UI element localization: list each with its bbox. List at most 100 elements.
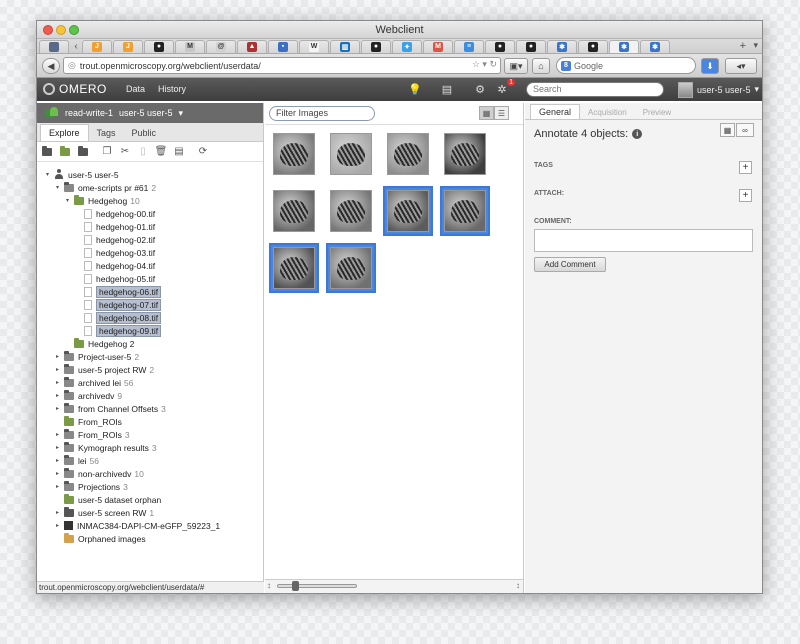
expand-icon[interactable]: ▸ xyxy=(53,353,62,360)
browser-tab[interactable] xyxy=(39,39,69,53)
cut-icon[interactable]: ✂ xyxy=(119,146,131,157)
tab-preview[interactable]: Preview xyxy=(635,106,679,119)
browser-tab[interactable]: M xyxy=(423,39,453,53)
omero-logo[interactable]: OMERO xyxy=(43,82,107,96)
app-search-input[interactable]: Search xyxy=(526,82,664,97)
tab-general[interactable]: General xyxy=(530,104,581,119)
batch-annotate-icon[interactable]: ▦ xyxy=(720,123,735,137)
browser-search-input[interactable]: 8 Google xyxy=(556,57,696,74)
pan-handle-icon[interactable]: ↕ xyxy=(516,581,520,590)
delete-icon[interactable]: 🗑 xyxy=(155,146,168,157)
tree-node-plate[interactable]: ▸ INMAC384-DAPI-CM-eGFP_59223_1 xyxy=(37,519,263,532)
tree-node-image[interactable]: hedgehog-00.tif xyxy=(37,207,263,220)
download-icon[interactable]: ⬇ xyxy=(701,58,719,74)
add-comment-button[interactable]: Add Comment xyxy=(534,257,606,272)
tree-node-image[interactable]: hedgehog-05.tif xyxy=(37,272,263,285)
browser-tab[interactable]: J xyxy=(113,39,143,53)
new-dataset-icon[interactable] xyxy=(59,145,71,157)
tree-node-dataset[interactable]: Hedgehog 2 xyxy=(37,337,263,350)
image-thumbnail[interactable] xyxy=(383,129,433,179)
thumbnail-size-slider[interactable] xyxy=(277,581,357,591)
slider-knob[interactable] xyxy=(292,581,300,591)
tab-explore[interactable]: Explore xyxy=(40,124,89,141)
tree-node-dataset[interactable]: ▾ Hedgehog 10 xyxy=(37,194,263,207)
collapse-icon[interactable]: ▾ xyxy=(53,184,62,191)
expand-icon[interactable]: ▸ xyxy=(53,405,62,412)
tree-node-image[interactable]: hedgehog-09.tif xyxy=(37,324,263,337)
tree-node-user[interactable]: ▾ user-5 user-5 xyxy=(37,168,263,181)
browser-tab[interactable]: @ xyxy=(206,39,236,53)
tree-node-image[interactable]: hedgehog-03.tif xyxy=(37,246,263,259)
add-attachment-button[interactable]: + xyxy=(739,189,752,202)
nav-data[interactable]: Data xyxy=(126,84,145,94)
browser-tab[interactable]: W xyxy=(299,39,329,53)
browser-tab[interactable]: ✱ xyxy=(609,39,639,53)
expand-icon[interactable]: ▸ xyxy=(53,444,62,451)
lightbulb-icon[interactable]: 💡 xyxy=(407,81,423,97)
extension-button[interactable]: ▣▾ xyxy=(504,58,528,74)
new-screen-icon[interactable] xyxy=(77,145,89,157)
home-icon[interactable]: ⌂ xyxy=(532,58,550,74)
back-button[interactable]: ◀ xyxy=(42,58,60,74)
tree-node-dataset[interactable]: user-5 dataset orphan xyxy=(37,493,263,506)
tree-node-dataset[interactable]: From_ROIs xyxy=(37,415,263,428)
thumbnail-view-icon[interactable]: ▦ xyxy=(479,106,494,120)
browser-tab[interactable]: ▲ xyxy=(237,39,267,53)
browser-tab[interactable]: ● xyxy=(578,39,608,53)
group-selector[interactable]: read-write-1 user-5 user-5 ▾ xyxy=(37,103,263,123)
tab-tags[interactable]: Tags xyxy=(89,125,124,141)
copy-icon[interactable]: ❐ xyxy=(101,146,113,157)
tree-node-screen[interactable]: ▸ user-5 screen RW 1 xyxy=(37,506,263,519)
comment-textarea[interactable] xyxy=(534,229,753,252)
scripts-icon[interactable]: ⚙ xyxy=(472,81,488,97)
basket-icon[interactable]: ▤ xyxy=(439,81,455,97)
tree-node-project[interactable]: ▾ ome-scripts pr #61 2 xyxy=(37,181,263,194)
image-thumbnail[interactable] xyxy=(326,243,376,293)
address-bar[interactable]: ◎ trout.openmicroscopy.org/webclient/use… xyxy=(63,57,501,74)
activities-icon[interactable]: ✲ 1 xyxy=(494,79,515,97)
tree-node-image[interactable]: hedgehog-02.tif xyxy=(37,233,263,246)
browser-tab[interactable]: ▪ xyxy=(268,39,298,53)
image-thumbnail[interactable] xyxy=(440,186,490,236)
tree-node-project[interactable]: ▸ archivedv 9 xyxy=(37,389,263,402)
tree-node-image[interactable]: hedgehog-08.tif xyxy=(37,311,263,324)
tree-node-project[interactable]: ▸ Project-user-5 2 xyxy=(37,350,263,363)
add-tag-button[interactable]: + xyxy=(739,161,752,174)
browser-tab[interactable]: ● xyxy=(144,39,174,53)
user-menu[interactable]: user-5 user-5 ▾ xyxy=(678,81,759,98)
browser-tab[interactable]: ▥ xyxy=(330,39,360,53)
tree-node-project[interactable]: ▸ Kymograph results 3 xyxy=(37,441,263,454)
tree-node-project[interactable]: ▸ From_ROIs 3 xyxy=(37,428,263,441)
expand-icon[interactable]: ▸ xyxy=(53,457,62,464)
image-thumbnail[interactable] xyxy=(269,186,319,236)
collapse-icon[interactable]: ▾ xyxy=(63,197,72,204)
tab-list-chevron-icon[interactable]: ▾ xyxy=(753,40,758,51)
tree-node-project[interactable]: ▸ Projections 3 xyxy=(37,480,263,493)
browser-tab[interactable]: ● xyxy=(361,39,391,53)
tree-node-project[interactable]: ▸ non-archivedv 10 xyxy=(37,467,263,480)
browser-tab[interactable]: ≡ xyxy=(454,39,484,53)
expand-icon[interactable]: ▸ xyxy=(53,522,62,529)
new-tab-button[interactable]: + xyxy=(740,40,746,52)
paste-icon[interactable]: ▯ xyxy=(137,146,149,157)
tree-node-image[interactable]: hedgehog-06.tif xyxy=(37,285,263,298)
browser-tab[interactable]: M xyxy=(175,39,205,53)
browser-tab[interactable]: ✱ xyxy=(640,39,670,53)
browser-tab[interactable]: ● xyxy=(516,39,546,53)
link-icon[interactable]: ∞ xyxy=(736,123,754,137)
browser-tab[interactable]: J xyxy=(82,39,112,53)
tab-public[interactable]: Public xyxy=(124,125,165,141)
refresh-icon[interactable]: ⟳ xyxy=(197,146,209,157)
tree-node-project[interactable]: ▸ archived lei 56 xyxy=(37,376,263,389)
tree-node-project[interactable]: ▸ lei 56 xyxy=(37,454,263,467)
tree-node-image[interactable]: hedgehog-07.tif xyxy=(37,298,263,311)
nav-history[interactable]: History xyxy=(158,84,186,94)
expand-icon[interactable]: ▸ xyxy=(53,470,62,477)
tree-node-orphaned[interactable]: Orphaned images xyxy=(37,532,263,545)
browser-tab[interactable]: ✦ xyxy=(392,39,422,53)
pan-handle-icon[interactable]: ↕ xyxy=(267,581,271,590)
filter-images-input[interactable]: Filter Images xyxy=(269,106,375,121)
image-thumbnail[interactable] xyxy=(383,186,433,236)
image-thumbnail[interactable] xyxy=(269,129,319,179)
list-view-icon[interactable]: ☰ xyxy=(494,106,509,120)
